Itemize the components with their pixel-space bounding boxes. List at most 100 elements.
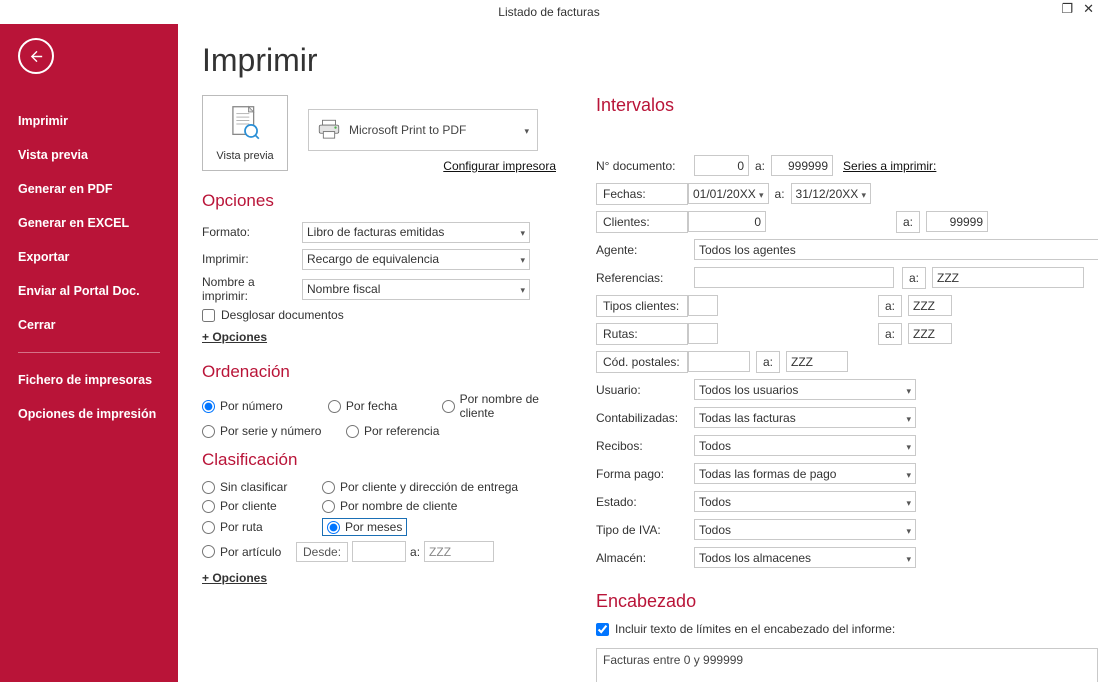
formato-select[interactable]: Libro de facturas emitidas [302,222,530,243]
sidebar-item-cerrar[interactable]: Cerrar [0,308,178,342]
ndoc-a-label: a: [755,159,765,173]
cli-to-input[interactable] [926,211,988,232]
fecha-from-select[interactable]: 01/01/20XX [688,183,769,204]
fecha-a-label: a: [775,187,785,201]
cls-nombre-cliente[interactable] [322,500,335,513]
cp-to-input[interactable] [786,351,848,372]
series-link[interactable]: Series a imprimir: [843,159,936,173]
estado-label: Estado: [596,495,694,509]
rutas-from-input[interactable] [688,323,718,344]
recibos-select[interactable]: Todos [694,435,916,456]
rutas-a-button[interactable]: a: [878,323,902,345]
cp-a-button[interactable]: a: [756,351,780,373]
printer-icon [309,117,349,143]
fecha-to-select[interactable]: 31/12/20XX [791,183,872,204]
ref-from-input[interactable] [694,267,894,288]
sidebar-item-fichero-impresoras[interactable]: Fichero de impresoras [0,363,178,397]
ord-por-numero[interactable] [202,400,215,413]
printer-selector[interactable]: Microsoft Print to PDF [308,109,538,151]
usuario-label: Usuario: [596,383,694,397]
content-area: Imprimir Vista previa [178,24,1098,682]
maximize-icon[interactable]: ❐ [1061,2,1073,15]
document-preview-icon [228,105,262,146]
arrow-left-icon [28,48,45,65]
imprimir-label: Imprimir: [202,252,302,266]
back-button[interactable] [18,38,54,74]
titlebar: Listado de facturas ❐ ✕ [0,0,1098,24]
usuario-select[interactable]: Todos los usuarios [694,379,916,400]
desde-button[interactable]: Desde: [296,542,348,562]
desglosar-checkbox[interactable] [202,309,215,322]
cls-por-articulo[interactable] [202,545,215,558]
desde-input[interactable] [352,541,406,562]
encabezado-chk-label: Incluir texto de límites en el encabezad… [615,622,895,636]
opciones-more-link[interactable]: + Opciones [202,330,267,344]
hasta-input[interactable] [424,541,494,562]
imprimir-select[interactable]: Recargo de equivalencia [302,249,530,270]
contab-label: Contabilizadas: [596,411,694,425]
clasificacion-group: Sin clasificar Por cliente y dirección d… [202,480,560,562]
cp-button[interactable]: Cód. postales: [596,351,688,373]
iva-label: Tipo de IVA: [596,523,694,537]
chevron-down-icon [516,123,537,137]
cls-cliente-direccion[interactable] [322,481,335,494]
tipos-a-button[interactable]: a: [878,295,902,317]
tipos-button[interactable]: Tipos clientes: [596,295,688,317]
clasif-a-label: a: [410,545,420,559]
iva-select[interactable]: Todos [694,519,916,540]
ord-por-fecha[interactable] [328,400,341,413]
estado-select[interactable]: Todos [694,491,916,512]
cli-from-input[interactable] [688,211,766,232]
sidebar-menu: Imprimir Vista previa Generar en PDF Gen… [0,104,178,431]
section-clasificacion-title: Clasificación [202,450,560,470]
clasif-more-link[interactable]: + Opciones [202,571,267,585]
recibos-label: Recibos: [596,439,694,453]
ref-to-input[interactable] [932,267,1084,288]
cls-por-ruta[interactable] [202,521,215,534]
ord-por-serie-numero[interactable] [202,425,215,438]
cls-sin-clasificar[interactable] [202,481,215,494]
sidebar-item-opciones-impresion[interactable]: Opciones de impresión [0,397,178,431]
ref-a-button[interactable]: a: [902,267,926,289]
sidebar-item-portal-doc[interactable]: Enviar al Portal Doc. [0,274,178,308]
agente-select[interactable]: Todos los agentes [694,239,1098,260]
formato-label: Formato: [202,225,302,239]
sidebar-item-generar-excel[interactable]: Generar en EXCEL [0,206,178,240]
configure-printer-link[interactable]: Configurar impresora [443,159,556,173]
cls-por-meses[interactable] [327,521,340,534]
sidebar-item-generar-pdf[interactable]: Generar en PDF [0,172,178,206]
nombre-select[interactable]: Nombre fiscal [302,279,530,300]
encabezado-checkbox[interactable] [596,623,609,636]
section-encabezado-title: Encabezado [596,591,1098,612]
sidebar: Imprimir Vista previa Generar en PDF Gen… [0,24,178,682]
cli-a-button[interactable]: a: [896,211,920,233]
contab-select[interactable]: Todas las facturas [694,407,916,428]
sidebar-item-imprimir[interactable]: Imprimir [0,104,178,138]
cp-from-input[interactable] [688,351,750,372]
window-title: Listado de facturas [498,5,599,19]
almacen-label: Almacén: [596,551,694,565]
nombre-label: Nombre a imprimir: [202,275,302,303]
tipos-to-input[interactable] [908,295,952,316]
rutas-to-input[interactable] [908,323,952,344]
ndoc-to-input[interactable] [771,155,833,176]
preview-button[interactable]: Vista previa [202,95,288,171]
ord-por-nombre-cliente[interactable] [442,400,455,413]
cls-por-cliente[interactable] [202,500,215,513]
ord-por-referencia[interactable] [346,425,359,438]
sidebar-item-vista-previa[interactable]: Vista previa [0,138,178,172]
right-column: Intervalos N° documento: a: Series a imp… [596,95,1098,682]
clientes-button[interactable]: Clientes: [596,211,688,233]
ndoc-label: N° documento: [596,159,694,173]
close-icon[interactable]: ✕ [1083,2,1094,15]
sidebar-item-exportar[interactable]: Exportar [0,240,178,274]
fechas-button[interactable]: Fechas: [596,183,688,205]
almacen-select[interactable]: Todos los almacenes [694,547,916,568]
ndoc-from-input[interactable] [694,155,749,176]
page-heading: Imprimir [202,42,1074,79]
ref-label: Referencias: [596,271,694,285]
tipos-from-input[interactable] [688,295,718,316]
encabezado-textarea[interactable] [596,648,1098,682]
rutas-button[interactable]: Rutas: [596,323,688,345]
fpago-select[interactable]: Todas las formas de pago [694,463,916,484]
